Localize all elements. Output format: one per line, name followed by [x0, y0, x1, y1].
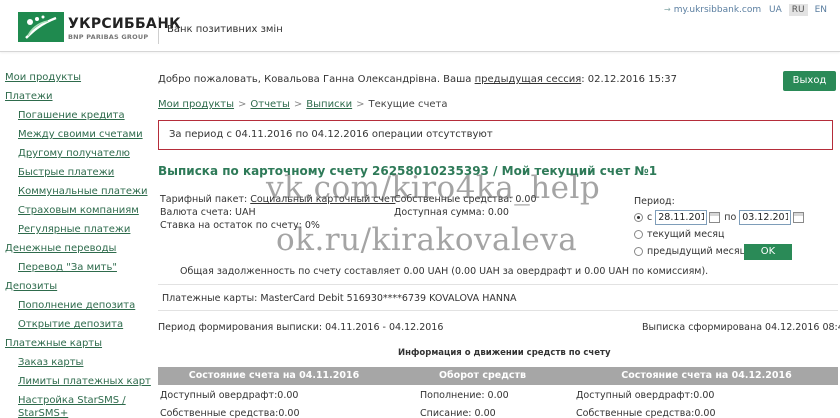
table-cell: Собственные средства:0.00	[576, 408, 716, 418]
sidebar-item-order-card[interactable]: Заказ карты	[0, 353, 150, 372]
period-custom-row: с по	[634, 209, 834, 226]
breadcrumb-my-products[interactable]: Мои продукты	[158, 99, 234, 110]
total-debt-text: Общая задолженность по счету составляет …	[180, 266, 709, 277]
period-label: Период:	[634, 196, 675, 207]
available-amount: Доступная сумма: 0.00	[394, 207, 509, 218]
sidebar-item-money-transfers[interactable]: Денежные переводы	[0, 239, 150, 258]
top-header: УКРСИББАНК BNP PARIBAS GROUP Банк позити…	[0, 0, 840, 52]
site-link-label: my.ukrsibbank.com	[673, 5, 762, 15]
period-ok-button[interactable]: OK	[744, 244, 792, 260]
sidebar-item-payments[interactable]: Платежи	[0, 87, 150, 106]
table-cell: Доступный овердрафт:0.00	[576, 390, 715, 401]
breadcrumb-current: Текущие счета	[368, 99, 448, 110]
sidebar-item-deposit-open[interactable]: Открытие депозита	[0, 315, 150, 334]
previous-month-label[interactable]: предыдущий месяц	[647, 246, 746, 257]
previous-month-radio[interactable]	[634, 247, 643, 256]
welcome-line: Добро пожаловать, Ковальова Ганна Олекса…	[158, 74, 677, 85]
breadcrumb-separator: >	[356, 99, 365, 110]
sidebar-item-regular-payments[interactable]: Регулярные платежи	[0, 220, 150, 239]
movement-table-header: Состояние счета на 04.11.2016 Оборот сре…	[158, 367, 838, 385]
sidebar-item-payment-cards[interactable]: Платежные карты	[0, 334, 150, 353]
account-currency: Валюта счета: UAH	[160, 207, 256, 218]
table-cell: Пополнение: 0.00	[420, 390, 509, 401]
lang-ua[interactable]: UA	[766, 4, 785, 16]
breadcrumb-reports[interactable]: Отчеты	[250, 99, 289, 110]
table-cell: Собственные средства:0.00	[160, 408, 300, 418]
sidebar-nav: Мои продукты Платежи Погашение кредита М…	[0, 68, 151, 418]
sidebar-item-starsms[interactable]: Настройка StarSMS / StarSMS+	[0, 391, 150, 418]
statement-period: Период формирования выписки: 04.11.2016 …	[158, 322, 444, 333]
breadcrumb-statements[interactable]: Выписки	[306, 99, 352, 110]
bank-logo-icon[interactable]	[18, 12, 64, 42]
period-from-prefix: с	[647, 212, 653, 223]
tariff-label: Тарифный пакет:	[160, 194, 251, 205]
welcome-suffix: : 02.12.2016 15:37	[581, 74, 678, 85]
calendar-icon[interactable]	[709, 212, 721, 223]
sidebar-item-utility-payments[interactable]: Коммунальные платежи	[0, 182, 150, 201]
table-row: Собственные средства:0.00 Списание: 0.00…	[158, 404, 838, 418]
previous-session-link[interactable]: предыдущая сессия	[475, 74, 582, 85]
sidebar-item-quick-payments[interactable]: Быстрые платежи	[0, 163, 150, 182]
bank-slogan: Банк позитивних змін	[158, 16, 283, 44]
movement-info-title: Информация о движении средств по счету	[398, 348, 611, 358]
current-month-label[interactable]: текущий месяц	[647, 229, 724, 240]
sidebar-item-own-accounts[interactable]: Между своими счетами	[0, 125, 150, 144]
breadcrumb-separator: >	[293, 99, 303, 110]
table-header-end-state: Состояние счета на 04.12.2016	[621, 370, 792, 381]
sidebar-item-deposit-topup[interactable]: Пополнение депозита	[0, 296, 150, 315]
calendar-icon[interactable]	[793, 212, 805, 223]
payment-cards-text: Платежные карты: MasterCard Debit 516930…	[162, 293, 517, 304]
sidebar-item-loan-repayment[interactable]: Погашение кредита	[0, 106, 150, 125]
divider	[158, 284, 838, 285]
current-month-radio[interactable]	[634, 230, 643, 239]
table-header-turnover: Оборот средств	[438, 370, 527, 381]
date-to-input[interactable]	[739, 210, 792, 225]
sidebar-item-my-products[interactable]: Мои продукты	[0, 68, 150, 87]
arrow-right-icon: →	[664, 5, 671, 14]
lang-en[interactable]: EN	[812, 4, 830, 16]
period-custom-radio[interactable]	[634, 213, 643, 222]
divider	[158, 310, 838, 311]
breadcrumb: Мои продукты > Отчеты > Выписки > Текущие счет…	[158, 99, 448, 110]
table-header-start-state: Состояние счета на 04.11.2016	[188, 370, 360, 381]
brand-subtitle: BNP PARIBAS GROUP	[68, 33, 149, 41]
sidebar-item-card-limits[interactable]: Лимиты платежных карт	[0, 372, 151, 391]
welcome-prefix: Добро пожаловать, Ковальова Ганна Олекса…	[158, 74, 475, 85]
no-operations-alert: За период с 04.11.2016 по 04.12.2016 опе…	[158, 120, 833, 150]
table-cell: Доступный овердрафт:0.00	[160, 390, 299, 401]
date-from-input[interactable]	[655, 210, 708, 225]
breadcrumb-separator: >	[238, 99, 247, 110]
statement-formed-date: Выписка сформирована 04.12.2016 08:44	[642, 322, 840, 333]
period-previous-month-row: предыдущий месяц OK	[634, 243, 834, 260]
sidebar-item-za-myt-transfer[interactable]: Перевод "За мить"	[0, 258, 150, 277]
watermark-ok: ok.ru/kirakovaleva	[276, 222, 578, 258]
site-link[interactable]: → my.ukrsibbank.com	[664, 5, 761, 15]
lang-ru[interactable]: RU	[788, 4, 808, 16]
language-switcher: UA RU EN	[766, 4, 830, 16]
period-selector: Период: с по текущий месяц предыдущий ме…	[634, 196, 834, 260]
logout-button[interactable]: Выход	[783, 71, 836, 91]
table-cell: Списание: 0.00	[420, 408, 496, 418]
table-row: Доступный овердрафт:0.00 Пополнение: 0.0…	[158, 386, 838, 405]
sidebar-item-insurance[interactable]: Страховым компаниям	[0, 201, 150, 220]
period-to-prefix: по	[724, 212, 737, 223]
period-current-month-row: текущий месяц	[634, 226, 834, 243]
sidebar-item-other-recipient[interactable]: Другому получателю	[0, 144, 150, 163]
sidebar-item-deposits[interactable]: Депозиты	[0, 277, 150, 296]
watermark-vk: vk.com/kiro4ka_help	[266, 170, 601, 206]
